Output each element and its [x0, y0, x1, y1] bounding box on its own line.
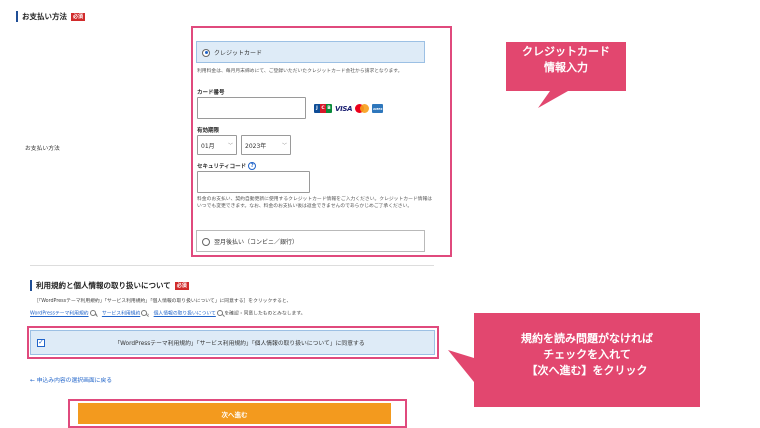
jcb-logo: JCB [314, 104, 332, 113]
agree-checkbox[interactable]: ✓ [37, 338, 45, 347]
amex-logo: AMEX [372, 104, 384, 113]
chevron-down-icon: ﹀ [281, 142, 287, 149]
card-callout-line-1: クレジットカード [522, 45, 610, 58]
help-icon[interactable]: ? [248, 162, 257, 170]
card-callout-text: クレジットカード 情報入力 [506, 44, 626, 76]
search-icon [89, 310, 96, 316]
section-accent-bar [30, 280, 32, 291]
wp-terms-link[interactable]: WordPressテーマ利用規約 [30, 312, 89, 317]
credit-card-radio[interactable] [202, 48, 210, 57]
card-callout-line-2: 情報入力 [544, 61, 588, 74]
mastercard-logo [355, 104, 370, 113]
terms-callout-line-3: 【次へ進む】をクリック [526, 364, 648, 377]
back-link[interactable]: ← 申込み内容の選択画面に戻る [30, 375, 112, 384]
terms-callout-text: 規約を読み問題がなければ チェックを入れて 【次へ進む】をクリック [478, 331, 696, 379]
security-code-note: 料金のお支払い、契約自動更新に使用するクレジットカード情報をご入力ください。クレ… [197, 197, 433, 209]
terms-instruction: ［「WordPressテーマ利用規約」「サービス利用規約」「個人情報の取り扱いに… [34, 299, 292, 304]
expiry-year-value: 2023年 [245, 142, 267, 150]
expiry-month-select[interactable]: 01月 ﹀ [197, 135, 237, 155]
convenience-option[interactable]: 翌月後払い（コンビニ／銀行） [196, 230, 425, 252]
privacy-link[interactable]: 個人情報の取り扱いについて [154, 312, 216, 317]
terms-suffix: を確認・同意したものとみなします。 [224, 311, 306, 317]
agree-checkbox-row[interactable]: ✓ 「WordPressテーマ利用規約」「サービス利用規約」「個人情報の取り扱い… [30, 330, 435, 355]
terms-callout-line-1: 規約を読み問題がなければ [521, 332, 653, 345]
credit-card-note: 利用料金は、毎月月末締めにて、ご登録いただいたクレジットカード会社から請求となり… [197, 69, 403, 74]
credit-card-label: クレジットカード [214, 50, 263, 57]
terms-links-row: WordPressテーマ利用規約、 サービス利用規約、 個人情報の取り扱いについ… [30, 310, 305, 318]
card-number-label: カード番号 [197, 90, 225, 96]
search-icon [216, 310, 223, 316]
required-badge: 必須 [71, 12, 86, 21]
card-number-input[interactable] [197, 97, 306, 119]
security-code-input[interactable] [197, 171, 310, 193]
payment-section-title: お支払い方法 必須 [16, 11, 86, 22]
next-button[interactable]: 次へ進む [78, 403, 391, 424]
service-terms-link[interactable]: サービス利用規約 [102, 312, 140, 317]
card-brand-logos: JCB VISA AMEX [314, 104, 384, 113]
visa-logo: VISA [335, 104, 353, 113]
agree-label: 「WordPressテーマ利用規約」「サービス利用規約」「個人情報の取り扱いにつ… [114, 341, 365, 347]
chevron-down-icon: ﹀ [227, 142, 233, 149]
terms-callout-line-2: チェックを入れて [543, 348, 631, 361]
required-badge: 必須 [174, 281, 189, 290]
security-code-label: セキュリティコード [197, 164, 247, 170]
terms-section-title: 利用規約と個人情報の取り扱いについて 必須 [30, 280, 189, 291]
payment-title-text: お支払い方法 [22, 12, 67, 21]
credit-card-option[interactable]: クレジットカード [196, 41, 425, 63]
search-icon [141, 310, 148, 316]
payment-row-label: お支払い方法 [25, 146, 60, 152]
expiry-label: 有効期限 [197, 128, 220, 134]
convenience-radio[interactable] [202, 237, 210, 246]
expiry-year-select[interactable]: 2023年 ﹀ [241, 135, 291, 155]
section-accent-bar [16, 11, 18, 22]
section-divider [30, 265, 434, 266]
security-code-label-row: セキュリティコード ? [197, 162, 257, 170]
convenience-label: 翌月後払い（コンビニ／銀行） [214, 239, 299, 246]
expiry-month-value: 01月 [201, 142, 215, 150]
terms-title-text: 利用規約と個人情報の取り扱いについて [36, 281, 171, 290]
